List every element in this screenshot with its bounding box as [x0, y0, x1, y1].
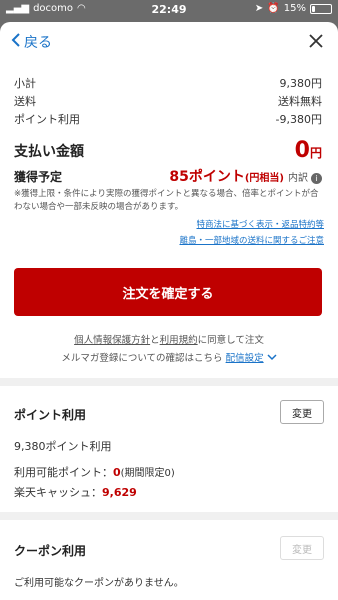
available-label: 利用可能ポイント：	[14, 466, 113, 479]
location-icon: ➤	[254, 3, 264, 14]
back-button[interactable]: 戻る	[10, 32, 52, 52]
row-label: 送料	[14, 95, 36, 108]
row-label: 小計	[14, 77, 36, 90]
shipping-row: 送料 送料無料	[14, 92, 322, 110]
legal-links: 特商法に基づく表示・返品特約等 離島・一部地域の送料に関するご注意	[179, 217, 324, 249]
terms-link[interactable]: 利用規約	[160, 335, 198, 346]
tokushoho-link[interactable]: 特商法に基づく表示・返品特約等	[179, 217, 324, 233]
top-bar: 戻る	[0, 22, 338, 64]
newsletter-text: メルマガ登録についての確認はこちら	[61, 353, 223, 364]
points-used-row: ポイント利用 -9,380円	[14, 110, 322, 128]
row-label: ポイント利用	[14, 113, 80, 126]
row-value: 送料無料	[278, 95, 322, 108]
alarm-icon: ⏰	[267, 3, 280, 14]
breakdown-link[interactable]: 内訳 i	[288, 169, 322, 184]
agreement-suffix: に同意して注文	[197, 335, 264, 346]
status-bar: ▂▄▆ docomo ◠ 22:49 ➤ ⏰ 15%	[0, 0, 338, 20]
total-unit: 円	[309, 146, 322, 160]
total-value: 0	[294, 138, 310, 163]
points-change-button[interactable]: 変更	[280, 400, 324, 424]
confirm-order-button[interactable]: 注文を確定する	[14, 268, 322, 316]
delivery-settings-link[interactable]: 配信設定	[226, 353, 264, 364]
breakdown-label: 内訳	[288, 172, 308, 184]
and-text: と	[150, 335, 160, 346]
points-amount: 85ポイント	[169, 169, 245, 185]
price-summary: 小計 9,380円 送料 送料無料 ポイント利用 -9,380円	[14, 74, 322, 128]
subtotal-row: 小計 9,380円	[14, 74, 322, 92]
points-section-title: ポイント利用	[14, 408, 87, 422]
chevron-left-icon	[10, 33, 22, 51]
chevron-down-icon	[267, 353, 277, 364]
no-coupon-text: ご利用可能なクーポンがありません。	[14, 578, 184, 589]
payment-total: 支払い金額 0円	[14, 138, 322, 163]
cash-label: 楽天キャッシュ：	[14, 486, 102, 499]
battery-icon	[310, 3, 332, 14]
close-icon[interactable]	[308, 30, 324, 54]
total-label: 支払い金額	[14, 143, 84, 160]
info-icon: i	[311, 172, 322, 184]
points-disclaimer: ※獲得上限・条件により実際の獲得ポイントと異なる場合、倍率とポイントが合わない場…	[14, 189, 319, 212]
coupon-section-title: クーポン利用	[14, 544, 87, 558]
earn-label: 獲得予定	[14, 169, 63, 184]
total-amount: 0円	[295, 138, 322, 163]
battery-percent: 15%	[283, 3, 306, 14]
cash-value: 9,629	[102, 486, 137, 499]
section-divider	[0, 512, 338, 520]
points-note: (円相当)	[244, 173, 284, 184]
available-points: 利用可能ポイント：0(期間限定0)	[14, 464, 175, 480]
newsletter-line: メルマガ登録についての確認はこちら 配信設定	[0, 350, 338, 368]
available-value: 0	[113, 466, 121, 479]
coupon-change-button[interactable]: 変更	[280, 536, 324, 560]
available-note: (期間限定0)	[120, 468, 175, 479]
row-value: -9,380円	[275, 113, 322, 126]
row-value: 9,380円	[279, 77, 323, 90]
battery-fill	[312, 5, 315, 12]
earn-points: 獲得予定 85ポイント(円相当) 内訳 i	[14, 166, 322, 186]
checkout-sheet: 戻る 小計 9,380円 送料 送料無料 ポイント利用 -9,380円 支払い金…	[0, 22, 338, 600]
back-label: 戻る	[24, 35, 52, 51]
agreement-text: 個人情報保護方針と利用規約に同意して注文 メルマガ登録についての確認はこちら 配…	[0, 332, 338, 368]
earn-points-value: 85ポイント(円相当)	[169, 166, 284, 186]
rakuten-cash: 楽天キャッシュ：9,629	[14, 484, 137, 500]
points-usage: 9,380ポイント利用	[14, 440, 112, 453]
agreement-line: 個人情報保護方針と利用規約に同意して注文	[0, 332, 338, 350]
privacy-link[interactable]: 個人情報保護方針	[74, 335, 150, 346]
remote-shipping-link[interactable]: 離島・一部地域の送料に関するご注意	[179, 233, 324, 249]
section-divider	[0, 378, 338, 386]
